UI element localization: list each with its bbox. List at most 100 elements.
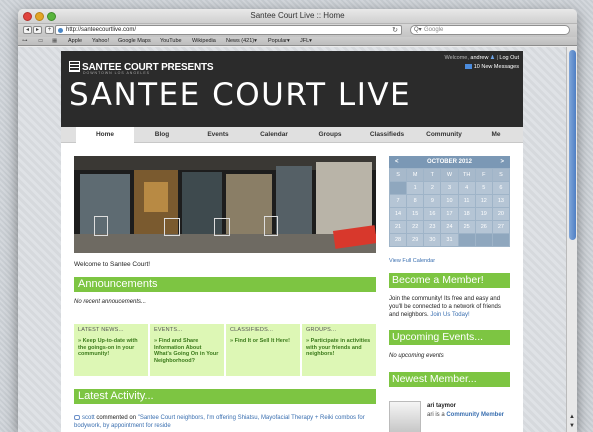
calendar-day (390, 182, 407, 194)
calendar-day[interactable]: 9 (424, 195, 441, 207)
calendar-day[interactable]: 29 (407, 234, 424, 246)
search-input[interactable]: Q▾ Google (410, 25, 570, 35)
bookmark-google-maps[interactable]: Google Maps (118, 37, 151, 46)
tab-community[interactable]: Community (416, 127, 472, 143)
calendar-day (458, 234, 475, 246)
building-logo-icon (69, 61, 80, 72)
weekday: S (492, 169, 509, 181)
calendar-day[interactable]: 2 (424, 182, 441, 194)
site-presents: SANTEE COURT PRESENTS DOWNTOWN LOS ANGEL… (69, 61, 214, 75)
calendar-day[interactable]: 3 (441, 182, 458, 194)
bookmark-yahoo[interactable]: Yahoo! (92, 37, 109, 46)
column-link[interactable]: » Keep Up-to-date with the goings-on in … (78, 338, 144, 358)
tab-calendar[interactable]: Calendar (246, 127, 302, 143)
bookmark-wikipedia[interactable]: Wikipedia (192, 37, 216, 46)
calendar-day[interactable]: 11 (458, 195, 475, 207)
column-link[interactable]: » Find and Share Information About What'… (154, 338, 220, 364)
calendar-prev-button[interactable]: < (395, 156, 399, 168)
tab-home[interactable]: Home (76, 127, 134, 143)
calendar-day[interactable]: 10 (441, 195, 458, 207)
tab-groups[interactable]: Groups (302, 127, 358, 143)
calendar-day[interactable]: 19 (475, 208, 492, 220)
vertical-scrollbar[interactable]: ▲ ▼ (566, 47, 577, 432)
calendar-day[interactable]: 21 (390, 221, 407, 233)
site-title[interactable]: SANTEE COURT LIVE (69, 77, 411, 113)
calendar-next-button[interactable]: > (500, 156, 504, 168)
reload-icon[interactable]: ↻ (392, 26, 398, 35)
tab-me[interactable]: Me (472, 127, 520, 143)
reader-icon[interactable]: ⊶ (22, 37, 28, 46)
calendar-day[interactable]: 27 (492, 221, 509, 233)
welcome-text: Welcome to Santee Court! (74, 261, 151, 268)
column-title[interactable]: CLASSIFIEDS... (230, 327, 296, 333)
join-us-link[interactable]: Join Us Today! (430, 312, 469, 318)
calendar-day[interactable]: 31 (441, 234, 458, 246)
calendar-day[interactable]: 7 (390, 195, 407, 207)
scroll-up-icon[interactable]: ▲ (569, 414, 575, 420)
bookmark-youtube[interactable]: YouTube (160, 37, 182, 46)
calendar-day[interactable]: 26 (475, 221, 492, 233)
calendar-day[interactable]: 20 (492, 208, 509, 220)
calendar-grid: S M T W TH F S 1 2 3 4 5 6 7 8 9 10 11 1… (389, 168, 510, 247)
avatar[interactable] (389, 401, 421, 432)
member-name-link[interactable]: ari taymor (427, 403, 456, 409)
calendar-day[interactable]: 4 (458, 182, 475, 194)
calendar-day[interactable]: 15 (407, 208, 424, 220)
column-link[interactable]: » Find It or Sell It Here! (230, 338, 296, 345)
calendar-day[interactable]: 25 (458, 221, 475, 233)
top-sites-icon[interactable]: ▦ (52, 37, 57, 46)
calendar-header: < OCTOBER 2012 > (389, 156, 510, 168)
calendar-day[interactable]: 22 (407, 221, 424, 233)
calendar-day[interactable]: 17 (441, 208, 458, 220)
tab-blog[interactable]: Blog (134, 127, 190, 143)
page-viewport: Welcome, andrew ♟ | Log Out 10 New Messa… (18, 47, 566, 432)
calendar-day[interactable]: 1 (407, 182, 424, 194)
book-icon[interactable]: ▭ (38, 37, 43, 46)
column-title[interactable]: EVENTS... (154, 327, 220, 333)
view-full-calendar-link[interactable]: View Full Calendar (389, 258, 435, 264)
calendar-day[interactable]: 12 (475, 195, 492, 207)
calendar-week: 28 29 30 31 (390, 234, 509, 246)
announcements-heading: Announcements (74, 277, 376, 292)
bookmark-apple[interactable]: Apple (68, 37, 82, 46)
calendar-day[interactable]: 13 (492, 195, 509, 207)
scrollbar-thumb[interactable] (569, 50, 576, 240)
calendar-day[interactable]: 28 (390, 234, 407, 246)
bookmark-jfl[interactable]: JFL▾ (300, 37, 312, 46)
weekday: S (390, 169, 407, 181)
weekday: M (407, 169, 424, 181)
column-title[interactable]: GROUPS... (306, 327, 372, 333)
username-link[interactable]: andrew (470, 55, 488, 61)
comment-icon (74, 415, 80, 420)
calendar-week: 14 15 16 17 18 19 20 (390, 208, 509, 220)
calendar-day[interactable]: 14 (390, 208, 407, 220)
forward-button[interactable]: ▸ (33, 26, 42, 34)
messages-link[interactable]: 10 New Messages (474, 64, 519, 70)
calendar-day[interactable]: 23 (424, 221, 441, 233)
newest-member-card: ari taymor ari is a Community Member (389, 401, 510, 432)
calendar-day[interactable]: 18 (458, 208, 475, 220)
calendar-day[interactable]: 24 (441, 221, 458, 233)
activity-item: scott commented on "Santee Court neighbo… (74, 414, 376, 430)
mini-calendar: < OCTOBER 2012 > S M T W TH F S 1 2 3 4 … (389, 156, 510, 247)
calendar-day[interactable]: 30 (424, 234, 441, 246)
tab-events[interactable]: Events (190, 127, 246, 143)
address-bar[interactable]: http://santeecourtlive.com/ ↻ (55, 25, 402, 35)
calendar-day[interactable]: 5 (475, 182, 492, 194)
become-member-text: Join the community! Its free and easy an… (389, 295, 510, 319)
add-bookmark-button[interactable]: + (45, 26, 54, 34)
column-title[interactable]: LATEST NEWS... (78, 327, 144, 333)
bookmark-news[interactable]: News (421)▾ (226, 37, 257, 46)
activity-user-link[interactable]: scott (82, 415, 95, 421)
column-link[interactable]: » Participate in activities with your fr… (306, 338, 372, 358)
back-button[interactable]: ◂ (23, 26, 32, 34)
scroll-down-icon[interactable]: ▼ (569, 423, 575, 429)
calendar-day[interactable]: 8 (407, 195, 424, 207)
logout-link[interactable]: Log Out (499, 55, 519, 61)
bookmark-popular[interactable]: Popular▾ (268, 37, 290, 46)
tab-classifieds[interactable]: Classifieds (358, 127, 416, 143)
calendar-day[interactable]: 16 (424, 208, 441, 220)
calendar-day[interactable]: 6 (492, 182, 509, 194)
activity-heading: Latest Activity... (74, 389, 376, 404)
presents-subtitle: DOWNTOWN LOS ANGELES (83, 71, 150, 75)
